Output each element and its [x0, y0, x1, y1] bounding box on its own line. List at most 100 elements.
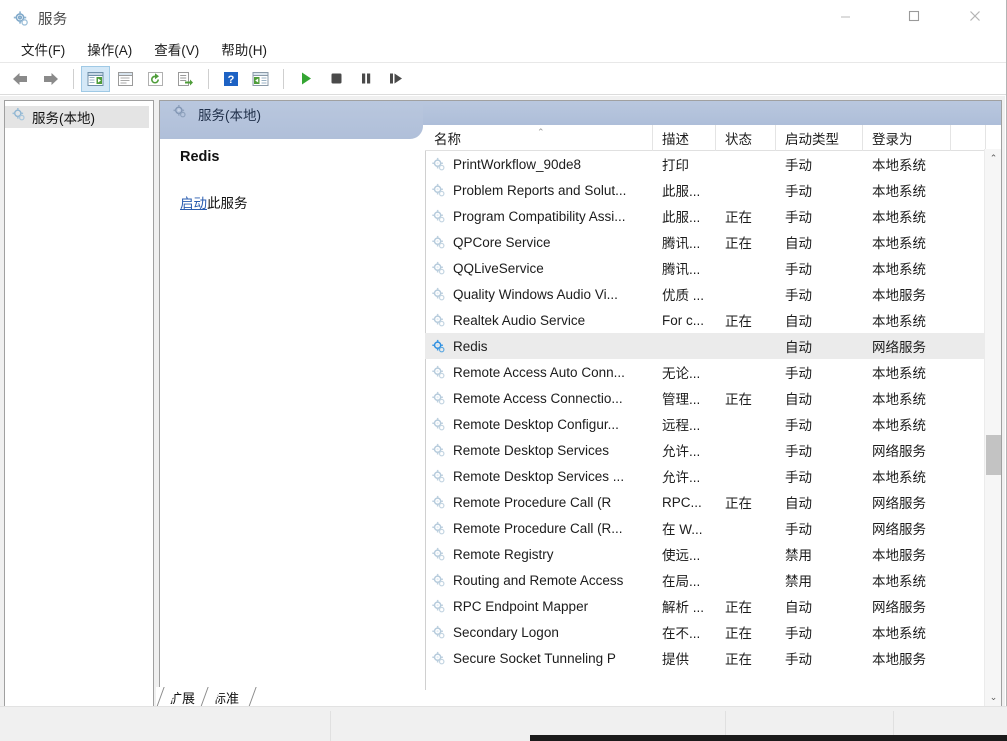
cell-description: 在不... [662, 626, 701, 641]
service-name-label: PrintWorkflow_90de8 [453, 156, 582, 172]
close-button[interactable] [952, 0, 998, 32]
start-service-icon[interactable] [291, 66, 320, 92]
cell-description: 腾讯... [662, 262, 701, 277]
restart-service-icon[interactable] [381, 66, 410, 92]
export-list-icon[interactable] [171, 66, 200, 92]
table-row[interactable]: Quality Windows Audio Vi... 优质 ... 手动 本地服务 [425, 281, 984, 307]
cell-service-name: RPC Endpoint Mapper [425, 599, 653, 614]
service-name-label: QPCore Service [453, 234, 551, 250]
menu-file[interactable]: 文件(F) [10, 36, 76, 62]
scroll-up-button[interactable]: ⌃ [985, 149, 1001, 167]
refresh-icon[interactable] [141, 66, 170, 92]
menu-action[interactable]: 操作(A) [76, 36, 143, 62]
table-row[interactable]: Remote Procedure Call (R RPC... 正在 自动 网络服务 [425, 489, 984, 515]
service-name-label: Remote Procedure Call (R... [453, 520, 623, 536]
toolbar: ? [0, 63, 1006, 95]
table-row[interactable]: QQLiveService 腾讯... 手动 本地系统 [425, 255, 984, 281]
cell-service-name: Realtek Audio Service [425, 313, 653, 328]
service-gear-icon [431, 339, 446, 354]
show-hide-console-tree-icon[interactable] [81, 65, 110, 92]
table-row[interactable]: QPCore Service 腾讯... 正在 自动 本地系统 [425, 229, 984, 255]
start-service-link[interactable]: 启动 [180, 196, 207, 211]
cell-description: 此服... [662, 210, 701, 225]
table-row[interactable]: RPC Endpoint Mapper 解析 ... 正在 自动 网络服务 [425, 593, 984, 619]
service-name-label: Remote Desktop Services [453, 442, 610, 458]
scroll-down-button[interactable]: ⌄ [985, 688, 1001, 706]
table-row[interactable]: Remote Access Connectio... 管理... 正在 自动 本地系统 [425, 385, 984, 411]
cell-description: 在局... [662, 574, 701, 589]
title-bar[interactable]: 服务 [0, 0, 1006, 36]
table-row[interactable]: Remote Desktop Configur... 远程... 手动 本地系统 [425, 411, 984, 437]
service-name-label: Problem Reports and Solut... [453, 182, 627, 198]
cell-service-name: Remote Desktop Configur... [425, 417, 653, 432]
minimize-button[interactable] [822, 0, 868, 32]
pause-service-icon[interactable] [351, 66, 380, 92]
cell-description: 远程... [662, 418, 701, 433]
cell-startup-type: 手动 [785, 262, 812, 277]
tab-extended-label: 扩展 [169, 691, 196, 706]
maximize-button[interactable] [891, 0, 937, 32]
cell-startup-type: 手动 [785, 418, 812, 433]
cell-status: 正在 [725, 600, 752, 615]
cell-log-on-as: 本地系统 [872, 158, 926, 173]
menu-view[interactable]: 查看(V) [143, 36, 210, 62]
show-action-pane-icon[interactable] [246, 66, 275, 92]
services-window: 服务 文件(F) 操作(A) 查看(V) 帮助(H) ? 服务(本地) 服务(本… [0, 0, 1007, 712]
properties-icon[interactable] [111, 66, 140, 92]
sort-ascending-icon: ⌃ [537, 127, 545, 137]
cell-log-on-as: 本地系统 [872, 236, 926, 251]
vertical-scrollbar[interactable]: ⌃ ⌄ [984, 149, 1001, 706]
tab-standard[interactable]: 标准 [200, 687, 249, 708]
service-name-label: Remote Access Connectio... [453, 390, 623, 406]
table-row[interactable]: Secure Socket Tunneling P 提供 正在 手动 本地服务 [425, 645, 984, 671]
cell-service-name: PrintWorkflow_90de8 [425, 157, 653, 172]
column-log-on-as[interactable]: 登录为 [863, 125, 951, 151]
table-row[interactable]: Routing and Remote Access 在局... 禁用 本地系统 [425, 567, 984, 593]
console-tree-pane: 服务(本地) [4, 100, 154, 707]
services-node-icon [172, 104, 187, 124]
cell-service-name: Remote Procedure Call (R... [425, 521, 653, 536]
table-row[interactable]: Remote Access Auto Conn... 无论... 手动 本地系统 [425, 359, 984, 385]
table-row[interactable]: Remote Desktop Services 允许... 手动 网络服务 [425, 437, 984, 463]
back-arrow-icon[interactable] [6, 66, 35, 92]
table-row[interactable]: Remote Procedure Call (R... 在 W... 手动 网络服务 [425, 515, 984, 541]
column-description[interactable]: 描述 [653, 125, 716, 151]
help-icon[interactable]: ? [216, 66, 245, 92]
table-row[interactable]: Program Compatibility Assi... 此服... 正在 手动 本地… [425, 203, 984, 229]
table-row[interactable]: Secondary Logon 在不... 正在 手动 本地系统 [425, 619, 984, 645]
cell-log-on-as: 本地系统 [872, 262, 926, 277]
column-name[interactable]: 名称 ⌃ [425, 125, 653, 151]
taskbar-divider-1 [330, 711, 331, 741]
tab-extended[interactable]: 扩展 [156, 687, 205, 708]
cell-description: 管理... [662, 392, 701, 407]
table-row[interactable]: Remote Registry 使远... 禁用 本地服务 [425, 541, 984, 567]
detail-action-line: 启动此服务 [180, 192, 424, 212]
table-row[interactable]: Redis 自动 网络服务 [425, 333, 984, 359]
forward-arrow-icon[interactable] [36, 66, 65, 92]
cell-service-name: Redis [425, 339, 653, 354]
cell-startup-type: 手动 [785, 470, 812, 485]
detail-action-suffix: 此服务 [207, 196, 248, 211]
service-gear-icon [431, 599, 446, 614]
table-row[interactable]: Problem Reports and Solut... 此服... 手动 本地系统 [425, 177, 984, 203]
column-filler[interactable] [951, 125, 986, 151]
column-startup-type[interactable]: 启动类型 [776, 125, 863, 151]
table-row[interactable]: Realtek Audio Service For c... 正在 自动 本地系统 [425, 307, 984, 333]
column-status[interactable]: 状态 [716, 125, 776, 151]
column-status-label: 状态 [725, 132, 752, 147]
service-gear-icon [431, 391, 446, 406]
table-row[interactable]: PrintWorkflow_90de8 打印 手动 本地系统 [425, 151, 984, 177]
cell-service-name: Routing and Remote Access [425, 573, 653, 588]
tree-node-services-local[interactable]: 服务(本地) [5, 106, 149, 128]
menu-help[interactable]: 帮助(H) [210, 36, 278, 62]
cell-service-name: Quality Windows Audio Vi... [425, 287, 653, 302]
cell-startup-type: 手动 [785, 522, 812, 537]
service-gear-icon [431, 625, 446, 640]
cell-startup-type: 手动 [785, 444, 812, 459]
table-row[interactable]: Remote Desktop Services ... 允许... 手动 本地系统 [425, 463, 984, 489]
scrollbar-thumb[interactable] [986, 435, 1001, 475]
stop-service-icon[interactable] [321, 66, 350, 92]
services-rows: PrintWorkflow_90de8 打印 手动 本地系统 Problem Repor… [425, 151, 984, 706]
cell-log-on-as: 网络服务 [872, 600, 926, 615]
toolbar-separator-1 [73, 68, 74, 89]
